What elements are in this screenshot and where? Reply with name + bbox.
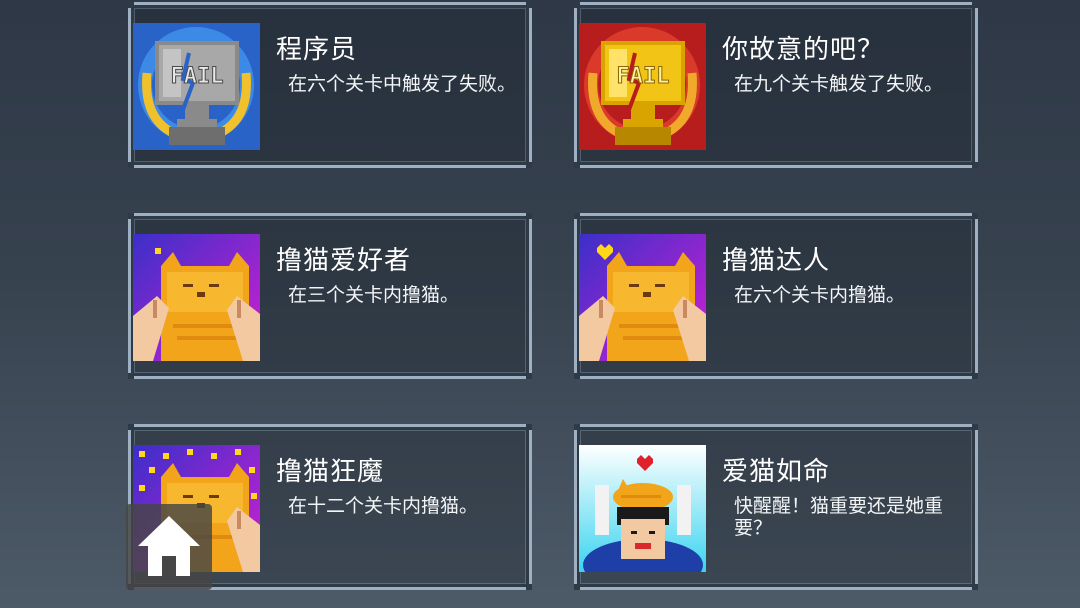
achievement-title: 撸猫狂魔 (276, 457, 385, 487)
home-button[interactable] (126, 504, 212, 590)
achievement-description: 在九个关卡触发了失败。 (734, 73, 944, 95)
achievement-description: 在三个关卡内撸猫。 (288, 284, 460, 306)
svg-text:FAIL: FAIL (617, 64, 670, 89)
silver-fail-trophy-icon: FAIL (133, 23, 260, 150)
achievement-card[interactable]: 撸猫爱好者 在三个关卡内撸猫。 (128, 213, 532, 379)
achievement-card[interactable]: FAIL 程序员 在六个关卡中触发了失败。 (128, 2, 532, 168)
achievement-description: 在六个关卡中触发了失败。 (288, 73, 517, 95)
cat-on-head-icon (579, 445, 706, 572)
achievement-description: 在六个关卡内撸猫。 (734, 284, 906, 306)
achievement-description: 快醒醒！猫重要还是她重要？ (734, 495, 944, 539)
home-icon (138, 516, 200, 576)
achievement-card[interactable]: 撸猫达人 在六个关卡内撸猫。 (574, 213, 978, 379)
achievement-card[interactable]: 爱猫如命 快醒醒！猫重要还是她重要？ (574, 424, 978, 590)
petting-cat-heart-icon (579, 234, 706, 361)
petting-cat-icon (133, 234, 260, 361)
achievement-description: 在十二个关卡内撸猫。 (288, 495, 479, 517)
achievement-title: 你故意的吧？ (722, 35, 885, 65)
achievement-title: 撸猫爱好者 (276, 246, 412, 276)
achievement-title: 撸猫达人 (722, 246, 831, 276)
achievement-title: 程序员 (276, 35, 358, 65)
achievement-card[interactable]: FAIL 你故意的吧？ 在九个关卡触发了失败。 (574, 2, 978, 168)
gold-fail-trophy-icon: FAIL (579, 23, 706, 150)
achievement-title: 爱猫如命 (722, 457, 831, 487)
svg-text:FAIL: FAIL (171, 64, 224, 89)
